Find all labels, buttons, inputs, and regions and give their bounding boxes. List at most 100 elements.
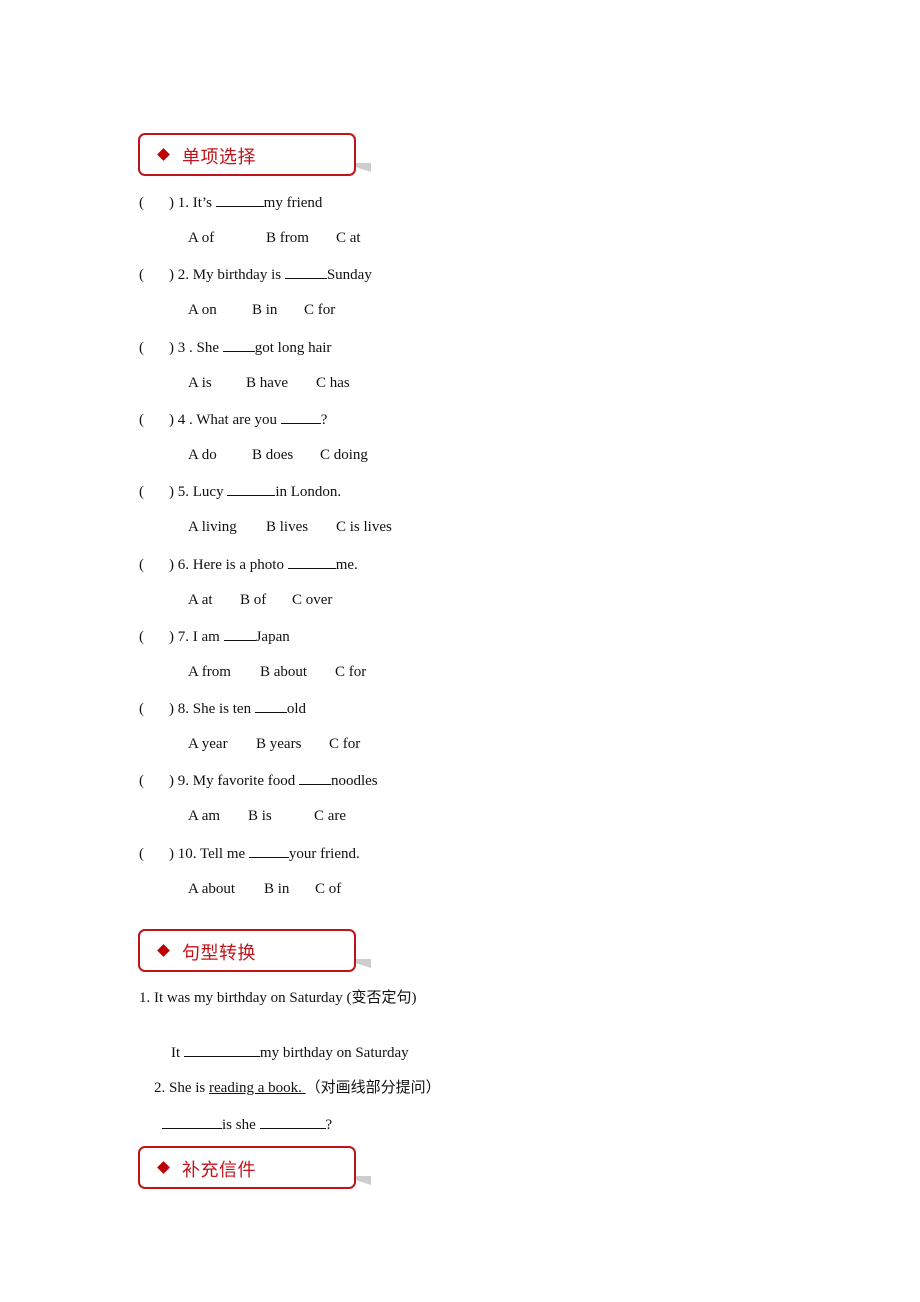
option-b[interactable]: B years bbox=[256, 735, 301, 753]
question-row: () 5. Lucy in London. bbox=[139, 482, 341, 501]
option-a[interactable]: A living bbox=[188, 518, 237, 536]
question-blank[interactable] bbox=[298, 771, 331, 786]
question-number: 6. bbox=[177, 556, 189, 573]
option-a[interactable]: A on bbox=[188, 301, 217, 319]
question-row: () 10. Tell me your friend. bbox=[139, 844, 360, 863]
option-a[interactable]: A about bbox=[188, 880, 235, 898]
answer-blank[interactable] bbox=[162, 1115, 222, 1129]
underlined-phrase: reading a book. bbox=[209, 1080, 306, 1096]
question-text-after: old bbox=[286, 701, 307, 718]
option-a[interactable]: A of bbox=[188, 229, 214, 247]
section-title: 句型转换 bbox=[182, 943, 256, 964]
option-c[interactable]: C for bbox=[329, 735, 360, 753]
answer-paren-open[interactable]: ( bbox=[139, 628, 169, 646]
question-number: 4 . bbox=[177, 411, 193, 428]
option-c[interactable]: C is lives bbox=[336, 518, 392, 536]
option-c[interactable]: C doing bbox=[320, 446, 368, 464]
option-c[interactable]: C at bbox=[336, 229, 361, 247]
answer-paren-open[interactable]: ( bbox=[139, 411, 169, 429]
option-a[interactable]: A is bbox=[188, 374, 212, 392]
answer-paren-open[interactable]: ( bbox=[139, 700, 169, 718]
option-b[interactable]: B have bbox=[246, 374, 288, 392]
answer-paren-open[interactable]: ( bbox=[139, 194, 169, 212]
question-row: () 8. She is ten old bbox=[139, 699, 306, 718]
transform-answer-2: is she ? bbox=[147, 1097, 332, 1152]
question-blank[interactable] bbox=[223, 627, 256, 641]
question-blank[interactable] bbox=[222, 338, 255, 352]
question-number: 2. bbox=[177, 267, 189, 284]
question-text-before: It’s bbox=[192, 195, 216, 211]
answer-paren-close: ) bbox=[169, 484, 174, 501]
answer-text: ? bbox=[325, 1117, 333, 1133]
section-header-multiple-choice: 单项选择 bbox=[138, 133, 371, 176]
question-blank[interactable] bbox=[215, 193, 264, 207]
header-box: 句型转换 bbox=[138, 929, 356, 972]
answer-paren-open[interactable]: ( bbox=[139, 483, 169, 501]
answer-paren-close: ) bbox=[169, 339, 174, 356]
answer-paren-open[interactable]: ( bbox=[139, 845, 169, 863]
question-blank[interactable] bbox=[284, 265, 327, 280]
question-blank[interactable] bbox=[280, 410, 321, 424]
answer-paren-close: ) bbox=[169, 267, 174, 284]
question-row: () 6. Here is a photo me. bbox=[139, 555, 358, 574]
question-text-before: What are you bbox=[196, 411, 281, 428]
option-c[interactable]: C over bbox=[292, 591, 332, 609]
section-title: 单项选择 bbox=[182, 147, 256, 168]
prompt-instruction: （对画线部分提问） bbox=[305, 1080, 441, 1096]
option-c[interactable]: C for bbox=[304, 301, 335, 319]
option-b[interactable]: B in bbox=[252, 301, 277, 319]
answer-blank[interactable] bbox=[183, 1043, 260, 1057]
section-header-sentence-transform: 句型转换 bbox=[138, 929, 371, 972]
question-row: () 7. I am Japan bbox=[139, 627, 290, 646]
option-c[interactable]: C are bbox=[314, 807, 346, 825]
option-b[interactable]: B in bbox=[264, 880, 289, 898]
question-blank[interactable] bbox=[248, 844, 289, 858]
option-c[interactable]: C of bbox=[315, 880, 341, 898]
question-text-before: Here is a photo bbox=[192, 556, 288, 573]
question-text-before: I am bbox=[192, 628, 224, 645]
question-blank[interactable] bbox=[227, 482, 276, 497]
answer-paren-close: ) bbox=[169, 628, 174, 645]
option-a[interactable]: A at bbox=[188, 591, 213, 609]
question-text-after: your friend. bbox=[288, 845, 360, 862]
option-a[interactable]: A from bbox=[188, 663, 231, 681]
answer-paren-close: ) bbox=[169, 195, 174, 211]
answer-paren-open[interactable]: ( bbox=[139, 772, 169, 790]
diamond-icon bbox=[157, 1161, 170, 1174]
question-number: 9. bbox=[177, 773, 189, 790]
option-b[interactable]: B of bbox=[240, 591, 266, 609]
answer-paren-close: ) bbox=[169, 845, 174, 862]
question-text-after: Sunday bbox=[326, 267, 372, 284]
option-b[interactable]: B does bbox=[252, 446, 293, 464]
question-row: () 4 . What are you ? bbox=[139, 410, 327, 429]
header-box: 补充信件 bbox=[138, 1146, 356, 1189]
answer-blank[interactable] bbox=[259, 1115, 326, 1129]
option-c[interactable]: C has bbox=[316, 374, 350, 392]
question-blank[interactable] bbox=[287, 555, 336, 569]
question-row: () 2. My birthday is Sunday bbox=[139, 265, 372, 284]
question-text-before: Tell me bbox=[199, 845, 249, 862]
answer-paren-open[interactable]: ( bbox=[139, 556, 169, 574]
option-b[interactable]: B about bbox=[260, 663, 307, 681]
answer-text: is she bbox=[222, 1117, 260, 1133]
question-text-before: My favorite food bbox=[192, 773, 299, 790]
option-a[interactable]: A year bbox=[188, 735, 228, 753]
option-b[interactable]: B from bbox=[266, 229, 309, 247]
question-text-after: ? bbox=[320, 411, 328, 428]
question-number: 8. bbox=[177, 701, 189, 718]
question-text-after: my friend bbox=[263, 195, 323, 211]
option-b[interactable]: B is bbox=[248, 807, 272, 825]
option-a[interactable]: A do bbox=[188, 446, 217, 464]
option-a[interactable]: A am bbox=[188, 807, 220, 825]
question-number: 1. bbox=[177, 195, 189, 211]
question-blank[interactable] bbox=[254, 699, 287, 714]
option-c[interactable]: C for bbox=[335, 663, 366, 681]
diamond-icon bbox=[157, 148, 170, 161]
question-text-after: me. bbox=[335, 556, 358, 573]
header-box: 单项选择 bbox=[138, 133, 356, 176]
answer-text: my birthday on Saturday bbox=[259, 1045, 409, 1061]
answer-paren-open[interactable]: ( bbox=[139, 266, 169, 284]
option-b[interactable]: B lives bbox=[266, 518, 308, 536]
question-text-after: in London. bbox=[275, 484, 342, 501]
answer-paren-open[interactable]: ( bbox=[139, 339, 169, 357]
